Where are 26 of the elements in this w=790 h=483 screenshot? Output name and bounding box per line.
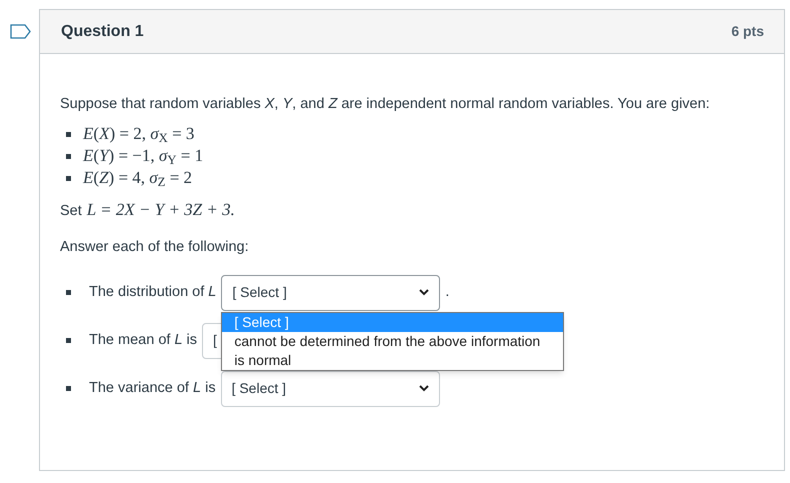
answer-prompt: The mean of L is — [89, 330, 198, 350]
chevron-down-icon — [418, 385, 429, 392]
answer-dropdown[interactable]: [ Select ] — [220, 370, 440, 406]
question-title: Question 1 — [61, 22, 144, 42]
answer-prompt: The variance of L is — [89, 378, 216, 398]
given-formula: E(Y) = −1, σ$_{Y}$ = 1 — [83, 145, 204, 167]
answer-prompt: The distribution of L — [89, 282, 216, 302]
instruction-text: Answer each of the following: — [60, 238, 250, 257]
bullet-icon — [66, 338, 71, 343]
answer-dropdown[interactable]: [ Select ] — [221, 274, 440, 310]
flag-icon[interactable] — [10, 24, 31, 39]
bullet-icon — [66, 154, 71, 158]
points-label: 6 pts — [731, 22, 764, 41]
given-formula: E(Z) = 4, σ$_{Z}$ = 2 — [83, 167, 192, 189]
bullet-icon — [66, 290, 71, 295]
chevron-down-icon — [419, 289, 430, 296]
bullet-icon — [66, 176, 71, 180]
given-formula: E(X) = 2, σ$_{X}$ = 3 — [83, 123, 194, 145]
bullet-icon — [66, 132, 71, 136]
dropdown-option[interactable]: cannot be determined from the above information — [222, 332, 564, 350]
period-mark: . — [445, 282, 450, 302]
formula: L = 2X − Y + 3Z + 3. — [86, 199, 235, 221]
bullet-icon — [66, 386, 71, 391]
question-text: Suppose that random variables X, Y, and Z are independent normal random variables. You are given: — [60, 95, 711, 114]
dropdown-option[interactable]: is normal — [222, 350, 564, 370]
definition-label: Set — [60, 202, 82, 221]
